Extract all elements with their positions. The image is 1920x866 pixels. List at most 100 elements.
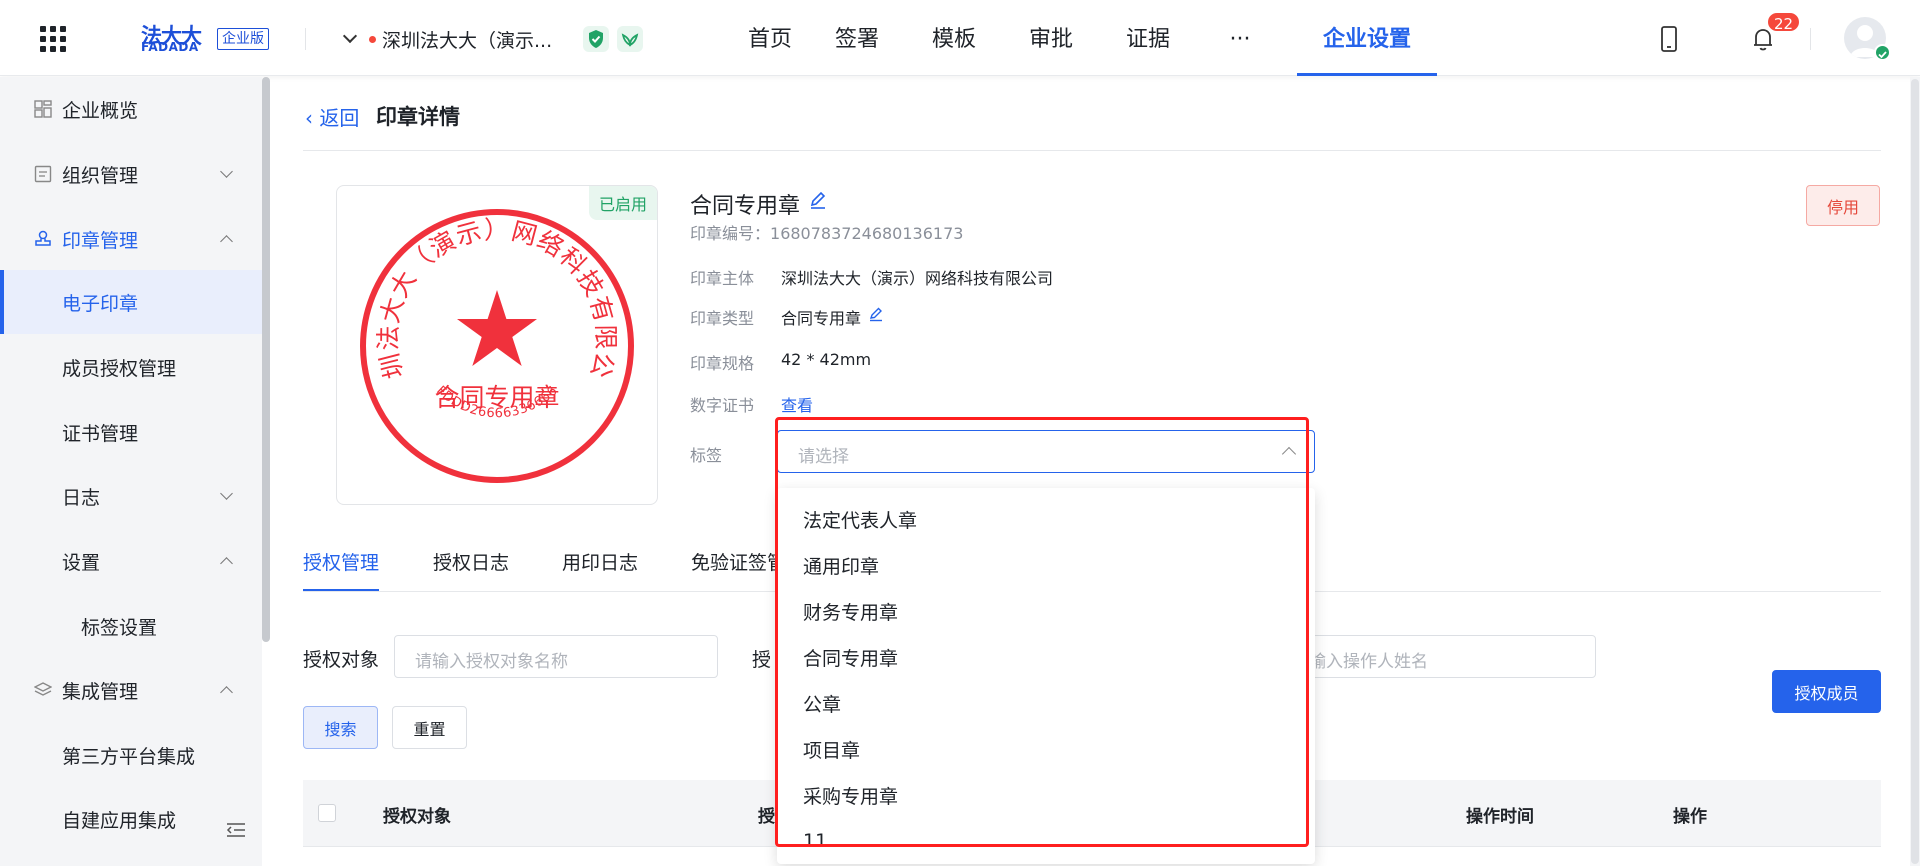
sidebar-item-certificates[interactable]: 证书管理: [0, 404, 262, 460]
sidebar-item-settings[interactable]: 设置: [0, 533, 262, 589]
nav-home[interactable]: 首页: [725, 0, 815, 76]
sidebar-item-logs[interactable]: 日志: [0, 468, 262, 524]
sidebar-item-org[interactable]: 组织管理: [0, 146, 262, 202]
sidebar-item-label: 集成管理: [62, 680, 139, 703]
grant-member-button[interactable]: 授权成员: [1772, 670, 1881, 713]
back-link[interactable]: ‹ 返回: [305, 102, 359, 131]
dashboard-icon: [34, 100, 52, 118]
column-header-time: 操作时间: [1466, 807, 1534, 827]
notification-badge: 22: [1766, 11, 1802, 33]
tab-usage-log[interactable]: 用印日志: [562, 548, 638, 592]
chevron-up-icon: [220, 234, 233, 248]
sidebar-item-label: 成员授权管理: [62, 357, 177, 380]
option-label: 公章: [803, 693, 842, 716]
tab-auth-management[interactable]: 授权管理: [303, 548, 380, 592]
view-cert-link[interactable]: 查看: [781, 392, 813, 416]
option-label: 法定代表人章: [803, 509, 918, 532]
select-all-checkbox[interactable]: [318, 804, 336, 822]
tag-option[interactable]: 11: [777, 818, 1315, 864]
chevron-down-icon: [220, 486, 233, 500]
verified-shield-icon[interactable]: [583, 26, 609, 52]
option-label: 项目章: [803, 739, 861, 762]
status-dot: [369, 35, 376, 43]
page-title: 印章详情: [376, 105, 460, 129]
tag-option[interactable]: 公章: [777, 680, 1315, 726]
seal-star-icon: [457, 290, 537, 366]
chevron-down-icon: [220, 164, 233, 178]
sidebar-item-label: 标签设置: [81, 616, 158, 639]
target-search-input[interactable]: 请输入授权对象名称: [394, 635, 718, 678]
tag-dropdown: 法定代表人章 通用印章 财务专用章 合同专用章 公章 项目章 采购专用章 11: [777, 488, 1315, 864]
nav-evidence[interactable]: 证据: [1113, 0, 1183, 76]
option-label: 采购专用章: [803, 785, 899, 808]
sidebar-item-seal-management[interactable]: 印章管理: [0, 211, 262, 267]
target-filter-label: 授权对象: [303, 649, 380, 671]
nav-sign[interactable]: 签署: [822, 0, 892, 76]
column-header-actions: 操作: [1673, 807, 1707, 827]
org-switcher[interactable]: 深圳法大大（演示...: [342, 24, 552, 54]
edition-badge: 企业版: [217, 28, 269, 50]
sidebar-item-label: 日志: [62, 486, 101, 509]
edit-name-icon[interactable]: [808, 190, 828, 210]
sidebar: 企业概览 组织管理 印章管理 电子印章 成员授权管理 证书管理 日志 设置 标签…: [0, 77, 262, 866]
mobile-icon[interactable]: [1654, 24, 1684, 54]
sidebar-item-custom-app[interactable]: 自建应用集成: [0, 791, 262, 847]
operator-search-input[interactable]: 输入操作人姓名: [1290, 635, 1596, 678]
sidebar-item-electronic-seal[interactable]: 电子印章: [0, 270, 262, 334]
app-grid-icon[interactable]: [40, 26, 66, 52]
tag-option[interactable]: 通用印章: [777, 542, 1315, 588]
sidebar-item-integration[interactable]: 集成管理: [0, 662, 262, 718]
option-label: 合同专用章: [803, 647, 899, 670]
sidebar-item-label: 电子印章: [62, 292, 139, 315]
top-bar: 法大大 FADADA 企业版 深圳法大大（演示... 首页 签署 模板 审批 证…: [0, 0, 1920, 76]
sidebar-item-label: 自建应用集成: [62, 809, 177, 832]
stamp-icon: [34, 230, 52, 248]
nav-template[interactable]: 模板: [919, 0, 989, 76]
nav-enterprise-settings[interactable]: 企业设置: [1297, 0, 1437, 76]
search-button[interactable]: 搜索: [303, 706, 378, 749]
option-label: 通用印章: [803, 555, 880, 578]
nav-approval[interactable]: 审批: [1016, 0, 1086, 76]
nav-more[interactable]: ···: [1210, 0, 1270, 76]
owner-value: 深圳法大大（演示）网络科技有限公司: [781, 269, 1054, 288]
divider: [1810, 28, 1811, 50]
column-header-auth: 授: [758, 807, 775, 827]
cert-label: 数字证书: [690, 396, 755, 415]
second-filter-label: 授: [752, 649, 772, 671]
tag-option[interactable]: 项目章: [777, 726, 1315, 772]
option-label: 财务专用章: [803, 601, 899, 624]
layers-icon: [33, 681, 53, 699]
operator-placeholder: 输入操作人姓名: [1309, 652, 1428, 672]
collapse-sidebar-icon[interactable]: [226, 822, 246, 838]
disable-button[interactable]: 停用: [1806, 185, 1880, 226]
sidebar-item-label: 第三方平台集成: [62, 745, 196, 768]
sidebar-item-member-auth[interactable]: 成员授权管理: [0, 339, 262, 395]
logo-text-en: FADADA: [141, 40, 199, 54]
sidebar-item-tag-settings[interactable]: 标签设置: [0, 598, 262, 654]
sidebar-scrollbar[interactable]: [262, 77, 270, 642]
sidebar-item-overview[interactable]: 企业概览: [0, 81, 262, 137]
tab-no-verify-sign[interactable]: 免验证签管: [691, 548, 786, 592]
owner-label: 印章主体: [690, 269, 755, 288]
seal-name: 合同专用章: [690, 194, 801, 219]
sidebar-item-label: 组织管理: [62, 164, 139, 187]
tab-auth-log[interactable]: 授权日志: [433, 548, 509, 592]
sidebar-item-third-party[interactable]: 第三方平台集成: [0, 727, 262, 783]
tag-option[interactable]: 财务专用章: [777, 588, 1315, 634]
seal-ring-text: 深圳法大大（演示）网络科技有限公司: [357, 206, 620, 382]
divider: [303, 150, 1881, 151]
tag-option[interactable]: 合同专用章: [777, 634, 1315, 680]
org-icon: [34, 165, 52, 183]
back-label: 返回: [319, 106, 360, 130]
type-label: 印章类型: [690, 309, 755, 328]
tag-option[interactable]: 采购专用章: [777, 772, 1315, 818]
eco-leaf-icon[interactable]: [617, 26, 643, 52]
tag-select[interactable]: 请选择: [777, 430, 1315, 473]
verified-check-icon: [1874, 44, 1891, 61]
sidebar-item-label: 证书管理: [62, 422, 139, 445]
chevron-up-icon: [220, 556, 233, 570]
tag-option[interactable]: 法定代表人章: [777, 496, 1315, 542]
edit-type-icon[interactable]: [868, 306, 884, 322]
reset-button[interactable]: 重置: [392, 706, 467, 749]
page-scrollbar[interactable]: [1910, 77, 1920, 866]
